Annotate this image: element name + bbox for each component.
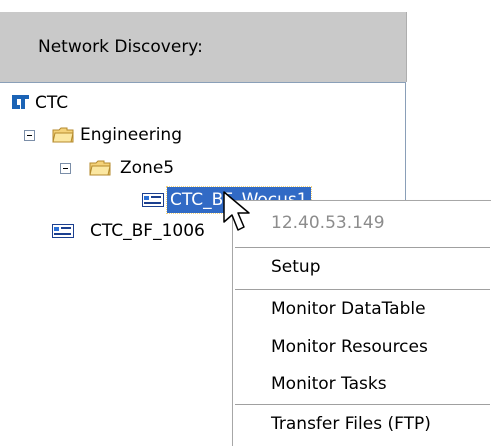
menu-separator	[235, 404, 490, 405]
tree-node-label: CTC_BF_1006	[90, 221, 205, 241]
ctc-logo-icon	[12, 95, 29, 109]
folder-icon	[52, 127, 74, 143]
context-menu: 12.40.53.149 Setup Monitor DataTable Mon…	[232, 200, 491, 446]
tree-node-label: Zone5	[120, 158, 175, 178]
panel-header: Network Discovery:	[0, 12, 407, 82]
tree-node-engineering[interactable]: Engineering	[24, 122, 224, 148]
device-icon	[142, 193, 164, 207]
menu-separator	[235, 289, 490, 290]
tree-node-label: Engineering	[80, 125, 182, 145]
collapse-icon[interactable]	[24, 130, 35, 141]
tree-node-ctc[interactable]: CTC	[12, 90, 132, 116]
mouse-cursor-icon	[223, 191, 250, 231]
tree-node-label: CTC	[35, 93, 69, 113]
menu-item-transfer-files[interactable]: Transfer Files (FTP)	[271, 407, 431, 441]
device-icon	[52, 224, 74, 238]
menu-item-monitor-datatable[interactable]: Monitor DataTable	[271, 292, 426, 326]
menu-item-monitor-resources[interactable]: Monitor Resources	[271, 330, 428, 364]
menu-item-setup[interactable]: Setup	[271, 250, 320, 284]
menu-item-ip-address: 12.40.53.149	[271, 213, 385, 233]
menu-separator	[235, 247, 490, 248]
panel-title: Network Discovery:	[38, 37, 203, 57]
menu-item-monitor-tasks[interactable]: Monitor Tasks	[271, 367, 387, 401]
folder-icon	[89, 160, 111, 176]
collapse-icon[interactable]	[60, 163, 71, 174]
tree-node-zone5[interactable]: Zone5	[60, 155, 220, 181]
